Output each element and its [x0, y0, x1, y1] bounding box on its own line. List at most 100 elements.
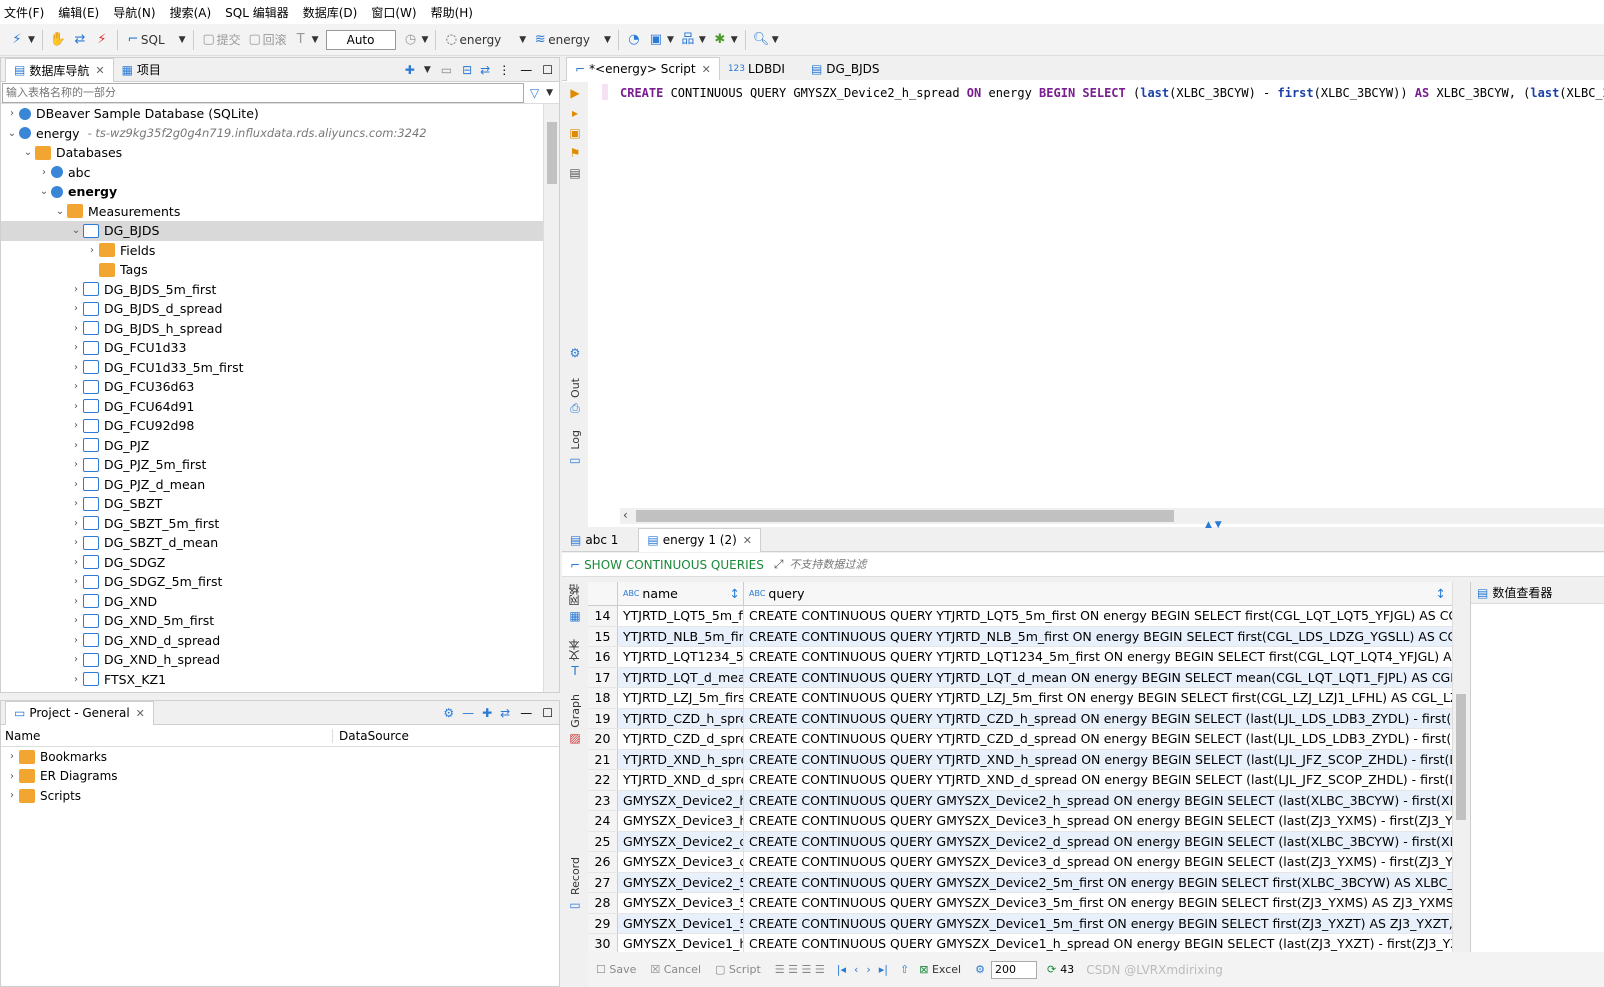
expand-toggle-icon[interactable]: ›: [5, 771, 19, 782]
results-filter-input[interactable]: [789, 554, 1604, 575]
menu-item-3[interactable]: 搜索(A): [170, 4, 212, 21]
tab-project-general[interactable]: ▭ Project - General ✕: [5, 700, 154, 725]
new-folder-icon[interactable]: ▭: [441, 63, 452, 77]
row-number[interactable]: 26: [588, 852, 618, 872]
tree-node[interactable]: Tags: [1, 260, 543, 280]
grid-view-tab[interactable]: 网格: [567, 584, 583, 606]
row-number[interactable]: 30: [588, 934, 618, 952]
table-row[interactable]: 22YTJRTD_XND_d_spreadCREATE CONTINUOUS Q…: [588, 770, 1452, 791]
row-number[interactable]: 29: [588, 913, 618, 933]
new-connection-button[interactable]: ⚡ ▼: [6, 28, 38, 52]
table-row[interactable]: 16YTJRTD_LQT1234_5m_firstCREATE CONTINUO…: [588, 647, 1452, 668]
sql-code-line[interactable]: CREATE CONTINUOUS QUERY GMYSZX_Device2_h…: [620, 86, 1604, 100]
row-number[interactable]: 21: [588, 749, 618, 769]
tree-node[interactable]: › DBeaver Sample Database (SQLite): [1, 104, 543, 124]
sort-icon[interactable]: ↕: [1436, 586, 1446, 601]
search-button[interactable]: 🔍︎ ▼: [750, 28, 782, 52]
navigator-filter-input[interactable]: [2, 82, 524, 103]
script-button[interactable]: ▢ Script: [715, 963, 761, 976]
tree-node[interactable]: › DG_FCU92d98: [1, 416, 543, 436]
cell-query[interactable]: CREATE CONTINUOUS QUERY YTJRTD_LQT5_5m_f…: [744, 606, 1452, 626]
link-with-editor-icon[interactable]: ⇄: [500, 706, 510, 720]
save-button[interactable]: ☐ Save: [596, 963, 636, 976]
debug-button[interactable]: ✱ ▼: [709, 28, 741, 52]
row-number[interactable]: 28: [588, 893, 618, 913]
table-row[interactable]: 23GMYSZX_Device2_h_spreadCREATE CONTINUO…: [588, 790, 1452, 811]
cell-query[interactable]: CREATE CONTINUOUS QUERY YTJRTD_CZD_d_spr…: [744, 729, 1452, 749]
collapse-all-icon[interactable]: ⊟: [462, 63, 472, 77]
cell-query[interactable]: CREATE CONTINUOUS QUERY GMYSZX_Device3_h…: [744, 811, 1452, 831]
new-connection-icon[interactable]: ✚: [405, 63, 415, 77]
cell-name[interactable]: YTJRTD_LQT1234_5m_first: [618, 647, 744, 667]
transaction-mode-button[interactable]: T ▼: [290, 28, 322, 52]
sql-editor-button[interactable]: ⌐ SQL ▼: [122, 28, 189, 52]
history-button[interactable]: ◷ ▼: [400, 28, 432, 52]
minimize-icon[interactable]: —: [520, 706, 532, 720]
tree-node[interactable]: › DG_FCU36d63: [1, 377, 543, 397]
cell-query[interactable]: CREATE CONTINUOUS QUERY GMYSZX_Device1_5…: [744, 914, 1452, 934]
cell-name[interactable]: YTJRTD_LQT5_5m_first: [618, 606, 744, 626]
grid-icon[interactable]: ▦: [562, 609, 588, 623]
expand-toggle-icon[interactable]: ›: [69, 635, 83, 646]
menu-item-5[interactable]: 数据库(D): [303, 4, 358, 21]
menu-item-1[interactable]: 编辑(E): [58, 4, 99, 21]
git-button[interactable]: ▣ ▼: [645, 28, 677, 52]
refresh-icon[interactable]: ⟳: [1047, 963, 1056, 976]
tab-ldbdi[interactable]: 123 LDBDI: [720, 58, 793, 80]
cell-name[interactable]: GMYSZX_Device3_5m_first: [618, 893, 744, 913]
row-number[interactable]: 27: [588, 872, 618, 892]
expand-toggle-icon[interactable]: ›: [69, 674, 83, 685]
filter-icon[interactable]: ▽: [530, 86, 539, 100]
menu-item-0[interactable]: 文件(F): [4, 4, 44, 21]
transaction-mode-field[interactable]: Auto: [325, 29, 396, 50]
tree-node[interactable]: ⌄ DG_BJDS: [1, 221, 543, 241]
expand-toggle-icon[interactable]: ›: [5, 790, 19, 801]
expand-toggle-icon[interactable]: ›: [69, 498, 83, 509]
project-item[interactable]: › Scripts: [1, 786, 559, 806]
tree-node[interactable]: › DG_XND: [1, 592, 543, 612]
row-number[interactable]: 16: [588, 647, 618, 667]
tree-node[interactable]: › DG_BJDS_d_spread: [1, 299, 543, 319]
active-schema-selector[interactable]: ≋ energy ▼: [529, 28, 614, 52]
tree-node[interactable]: › DG_BJDS_5m_first: [1, 280, 543, 300]
table-row[interactable]: 15 YTJRTD_NLB_5m_first CREATE CONTINUOUS Q…: [588, 626, 1452, 647]
tab-dg-bjds[interactable]: ▤ DG_BJDS: [803, 58, 888, 80]
close-icon[interactable]: ✕: [95, 64, 104, 77]
close-icon[interactable]: ✕: [136, 707, 145, 720]
tree-node[interactable]: ⌄ energy - ts-wz9kg35f2g0g4n719.influxdata…: [1, 124, 543, 144]
cell-name[interactable]: GMYSZX_Device2_h_spread: [618, 790, 744, 810]
maximize-icon[interactable]: ☐: [542, 706, 553, 720]
row-number[interactable]: 22: [588, 770, 618, 790]
expand-filter-icon[interactable]: ⤢: [774, 557, 784, 572]
tree-node[interactable]: › Fields: [1, 241, 543, 261]
row-number[interactable]: 14: [588, 606, 618, 626]
row-number[interactable]: 15: [588, 626, 618, 646]
tree-node[interactable]: › DG_SBZT_5m_first: [1, 514, 543, 534]
tab-result-energy1[interactable]: ▤ energy 1 (2) ✕: [638, 527, 762, 552]
row-number[interactable]: 18: [588, 688, 618, 708]
tree-node[interactable]: › DG_SDGZ: [1, 553, 543, 573]
tab-database-navigator[interactable]: ▤ 数据库导航 ✕: [5, 57, 114, 82]
minimize-icon[interactable]: —: [520, 63, 532, 77]
tree-node[interactable]: › DG_FCU64d91: [1, 397, 543, 417]
script-panel-icon[interactable]: ▤: [562, 166, 588, 180]
expand-icon[interactable]: ✚: [482, 706, 492, 720]
cell-query[interactable]: CREATE CONTINUOUS QUERY YTJRTD_LQT1234_5…: [744, 647, 1452, 667]
expand-toggle-icon[interactable]: ›: [69, 362, 83, 373]
record-view-tab[interactable]: Record: [569, 857, 582, 895]
cell-query[interactable]: CREATE CONTINUOUS QUERY YTJRTD_NLB_5m_fi…: [744, 627, 1452, 647]
tab-energy-script[interactable]: ⌐ *<energy> Script ✕: [566, 56, 720, 81]
cell-name[interactable]: GMYSZX_Device3_h_spread: [618, 811, 744, 831]
execute-script-icon[interactable]: ▸: [562, 106, 588, 120]
expand-toggle-icon[interactable]: ›: [69, 615, 83, 626]
cell-name[interactable]: GMYSZX_Device3_d_spread: [618, 852, 744, 872]
menu-item-6[interactable]: 窗口(W): [371, 4, 416, 21]
tree-node[interactable]: › DG_PJZ_d_mean: [1, 475, 543, 495]
expand-toggle-icon[interactable]: ›: [69, 537, 83, 548]
expand-toggle-icon[interactable]: ›: [69, 401, 83, 412]
expand-toggle-icon[interactable]: ›: [69, 596, 83, 607]
cell-name[interactable]: YTJRTD_CZD_h_spread: [618, 708, 744, 728]
row-number[interactable]: 19: [588, 708, 618, 728]
row-edit-icons[interactable]: ☰ ☰ ☰ ☰: [775, 963, 825, 976]
sort-icon[interactable]: ↕: [730, 586, 740, 601]
